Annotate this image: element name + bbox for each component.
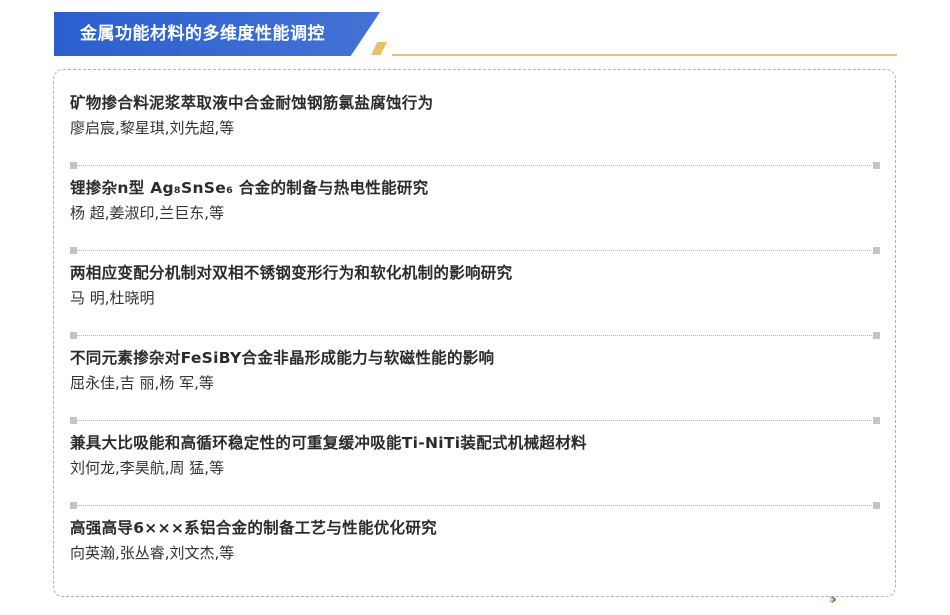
article-title[interactable]: 两相应变配分机制对双相不锈钢变形行为和软化机制的影响研究 (70, 262, 880, 284)
article-item[interactable]: 锂掺杂n型 Ag₈SnSe₆ 合金的制备与热电性能研究 杨 超,姜淑印,兰巨东,… (70, 177, 880, 262)
article-title[interactable]: 兼具大比吸能和高循环稳定性的可重复缓冲吸能Ti-NiTi装配式机械超材料 (70, 432, 880, 454)
article-item[interactable]: 兼具大比吸能和高循环稳定性的可重复缓冲吸能Ti-NiTi装配式机械超材料 刘何龙… (70, 432, 880, 517)
header-divider (392, 54, 897, 56)
article-separator (70, 162, 880, 169)
article-authors: 屈永佳,吉 丽,杨 军,等 (70, 374, 214, 392)
article-list: 矿物掺合料泥浆萃取液中合金耐蚀钢筋氯盐腐蚀行为 廖启宸,黎星琪,刘先超,等 锂掺… (70, 92, 880, 602)
article-item[interactable]: 不同元素掺杂对FeSiBY合金非晶形成能力与软磁性能的影响 屈永佳,吉 丽,杨 … (70, 347, 880, 432)
article-item[interactable]: 矿物掺合料泥浆萃取液中合金耐蚀钢筋氯盐腐蚀行为 廖启宸,黎星琪,刘先超,等 (70, 92, 880, 177)
article-item[interactable]: 两相应变配分机制对双相不锈钢变形行为和软化机制的影响研究 马 明,杜晓明 (70, 262, 880, 347)
article-item[interactable]: 高强高导6×××系铝合金的制备工艺与性能优化研究 向英瀚,张丛睿,刘文杰,等 (70, 517, 880, 602)
section-title: 金属功能材料的多维度性能调控 (80, 24, 325, 44)
article-title[interactable]: 矿物掺合料泥浆萃取液中合金耐蚀钢筋氯盐腐蚀行为 (70, 92, 880, 114)
article-authors: 廖启宸,黎星琪,刘先超,等 (70, 119, 235, 137)
article-title[interactable]: 不同元素掺杂对FeSiBY合金非晶形成能力与软磁性能的影响 (70, 347, 880, 369)
article-separator (70, 417, 880, 424)
article-authors: 向英瀚,张丛睿,刘文杰,等 (70, 544, 235, 562)
article-title[interactable]: 锂掺杂n型 Ag₈SnSe₆ 合金的制备与热电性能研究 (70, 177, 880, 199)
article-authors: 马 明,杜晓明 (70, 289, 155, 307)
chevron-right-icon: › (830, 590, 838, 608)
article-title[interactable]: 高强高导6×××系铝合金的制备工艺与性能优化研究 (70, 517, 880, 539)
header-accent-stripe (371, 42, 387, 55)
article-separator (70, 332, 880, 339)
article-authors: 刘何龙,李昊航,周 猛,等 (70, 459, 225, 477)
next-page-arrows-icon[interactable]: › › › (828, 590, 838, 608)
article-separator (70, 502, 880, 509)
article-authors: 杨 超,姜淑印,兰巨东,等 (70, 204, 225, 222)
article-separator (70, 247, 880, 254)
